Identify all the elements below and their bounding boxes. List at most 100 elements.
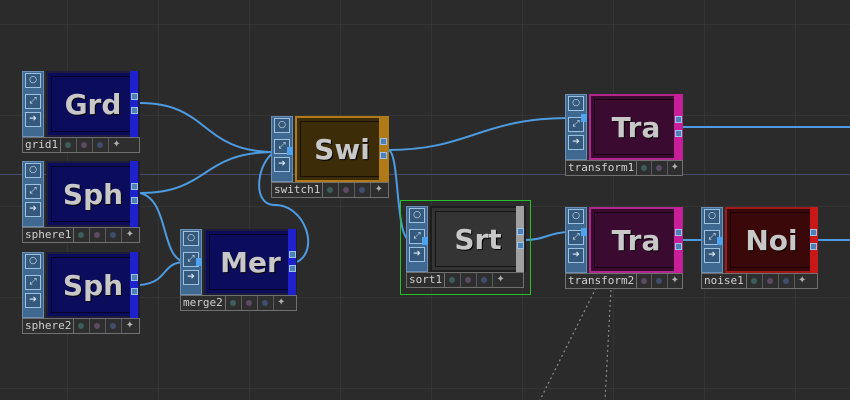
bypass-flag-icon[interactable]: ○ xyxy=(409,208,425,223)
node-tile[interactable]: Sph xyxy=(46,252,140,318)
display-flag-icon[interactable]: ➔ xyxy=(704,248,720,263)
node-tile[interactable]: Mer xyxy=(204,229,297,295)
input-port[interactable] xyxy=(196,258,202,266)
flag-sidebar: ○ ⤢ ➔ xyxy=(22,161,44,227)
node-name-bar: sphere1 ✦ xyxy=(22,227,140,243)
node-tile[interactable]: Swi xyxy=(295,116,389,182)
display-flag-icon[interactable]: ➔ xyxy=(25,293,41,308)
viewer-star-icon[interactable]: ✦ xyxy=(122,228,137,242)
viewer-star-icon[interactable]: ✦ xyxy=(493,273,508,287)
node-tile[interactable]: Tra xyxy=(589,207,683,273)
viewer-star-icon[interactable]: ✦ xyxy=(274,296,289,310)
display-flag-icon[interactable]: ➔ xyxy=(183,270,199,285)
output-port[interactable] xyxy=(517,228,524,235)
input-port[interactable] xyxy=(581,114,587,122)
node-tile[interactable]: Tra xyxy=(589,94,683,160)
display-flag-icon[interactable]: ➔ xyxy=(25,112,41,127)
display-flag-icon[interactable]: ➔ xyxy=(274,157,290,172)
bypass-flag-icon[interactable]: ○ xyxy=(704,209,720,224)
status-dot xyxy=(355,183,372,197)
output-port[interactable] xyxy=(289,265,296,272)
node-name-label[interactable]: merge2 xyxy=(181,296,226,310)
lock-flag-icon[interactable]: ⤢ xyxy=(25,94,41,109)
output-port[interactable] xyxy=(131,288,138,295)
node-tile[interactable]: Noi xyxy=(725,207,818,273)
status-dot xyxy=(106,319,123,333)
output-port[interactable] xyxy=(131,107,138,114)
output-port[interactable] xyxy=(675,130,682,137)
bypass-flag-icon[interactable]: ○ xyxy=(568,209,584,224)
output-port[interactable] xyxy=(131,183,138,190)
node-name-bar: noise1 ✦ xyxy=(701,273,818,289)
node-name-bar: grid1 ✦ xyxy=(22,137,140,153)
display-flag-icon[interactable]: ➔ xyxy=(409,247,425,262)
node-tile[interactable]: Grd xyxy=(46,71,140,137)
viewer-star-icon[interactable]: ✦ xyxy=(668,161,682,175)
node-tile[interactable]: Srt xyxy=(430,206,526,272)
output-port[interactable] xyxy=(675,229,682,236)
input-port[interactable] xyxy=(717,237,723,245)
output-port[interactable] xyxy=(380,138,387,145)
output-port[interactable] xyxy=(810,243,817,250)
status-dot xyxy=(637,161,653,175)
dashed-reference-line-2 xyxy=(604,269,613,400)
node-name-label[interactable]: transform1 xyxy=(566,161,638,175)
output-port[interactable] xyxy=(131,93,138,100)
node-name-label[interactable]: switch1 xyxy=(272,183,324,197)
node-short-label: Noi xyxy=(745,223,798,257)
node-name-bar: transform2 ✦ xyxy=(565,273,683,289)
status-dot xyxy=(61,138,78,152)
bypass-flag-icon[interactable]: ○ xyxy=(25,254,41,269)
wire-switch1-transform1 xyxy=(387,117,571,151)
status-dot xyxy=(637,274,653,288)
node-name-label[interactable]: sort1 xyxy=(407,273,446,287)
output-port[interactable] xyxy=(131,274,138,281)
viewer-star-icon[interactable]: ✦ xyxy=(668,274,682,288)
viewer-star-icon[interactable]: ✦ xyxy=(795,274,810,288)
node-name-label[interactable]: sphere1 xyxy=(23,228,75,242)
node-color-strip xyxy=(288,229,296,295)
bypass-flag-icon[interactable]: ○ xyxy=(25,163,41,178)
status-dot xyxy=(90,228,107,242)
node-color-strip xyxy=(130,71,138,137)
output-port[interactable] xyxy=(380,152,387,159)
status-dot xyxy=(258,296,274,310)
node-name-label[interactable]: transform2 xyxy=(566,274,638,288)
output-port[interactable] xyxy=(517,242,524,249)
bypass-flag-icon[interactable]: ○ xyxy=(274,118,290,133)
input-port[interactable] xyxy=(422,237,428,245)
wire-sphere1-switch1 xyxy=(139,151,276,194)
status-dot xyxy=(226,296,242,310)
output-port[interactable] xyxy=(131,197,138,204)
bypass-flag-icon[interactable]: ○ xyxy=(183,231,199,246)
flag-sidebar: ○ ⤢ ➔ xyxy=(22,252,44,318)
node-name-bar: switch1 ✦ xyxy=(271,182,389,198)
output-port[interactable] xyxy=(675,243,682,250)
node-name-label[interactable]: noise1 xyxy=(702,274,747,288)
bypass-flag-icon[interactable]: ○ xyxy=(25,73,41,88)
status-dot xyxy=(477,273,494,287)
lock-flag-icon[interactable]: ⤢ xyxy=(25,184,41,199)
status-dot xyxy=(323,183,340,197)
node-tile[interactable]: Sph xyxy=(46,161,140,227)
output-port[interactable] xyxy=(810,229,817,236)
input-port[interactable] xyxy=(581,228,587,236)
output-port[interactable] xyxy=(675,116,682,123)
status-dot xyxy=(74,319,91,333)
output-port[interactable] xyxy=(289,251,296,258)
display-flag-icon[interactable]: ➔ xyxy=(25,202,41,217)
status-dot xyxy=(763,274,779,288)
node-short-label: Srt xyxy=(454,222,502,256)
node-name-label[interactable]: grid1 xyxy=(23,138,62,152)
display-flag-icon[interactable]: ➔ xyxy=(568,135,584,150)
viewer-star-icon[interactable]: ✦ xyxy=(371,183,386,197)
node-name-bar: sort1 ✦ xyxy=(406,272,524,288)
input-port[interactable] xyxy=(287,147,293,155)
node-name-label[interactable]: sphere2 xyxy=(23,319,75,333)
viewer-star-icon[interactable]: ✦ xyxy=(122,319,137,333)
status-dot xyxy=(242,296,258,310)
lock-flag-icon[interactable]: ⤢ xyxy=(25,275,41,290)
display-flag-icon[interactable]: ➔ xyxy=(568,248,584,263)
viewer-star-icon[interactable]: ✦ xyxy=(109,138,124,152)
bypass-flag-icon[interactable]: ○ xyxy=(568,96,584,111)
